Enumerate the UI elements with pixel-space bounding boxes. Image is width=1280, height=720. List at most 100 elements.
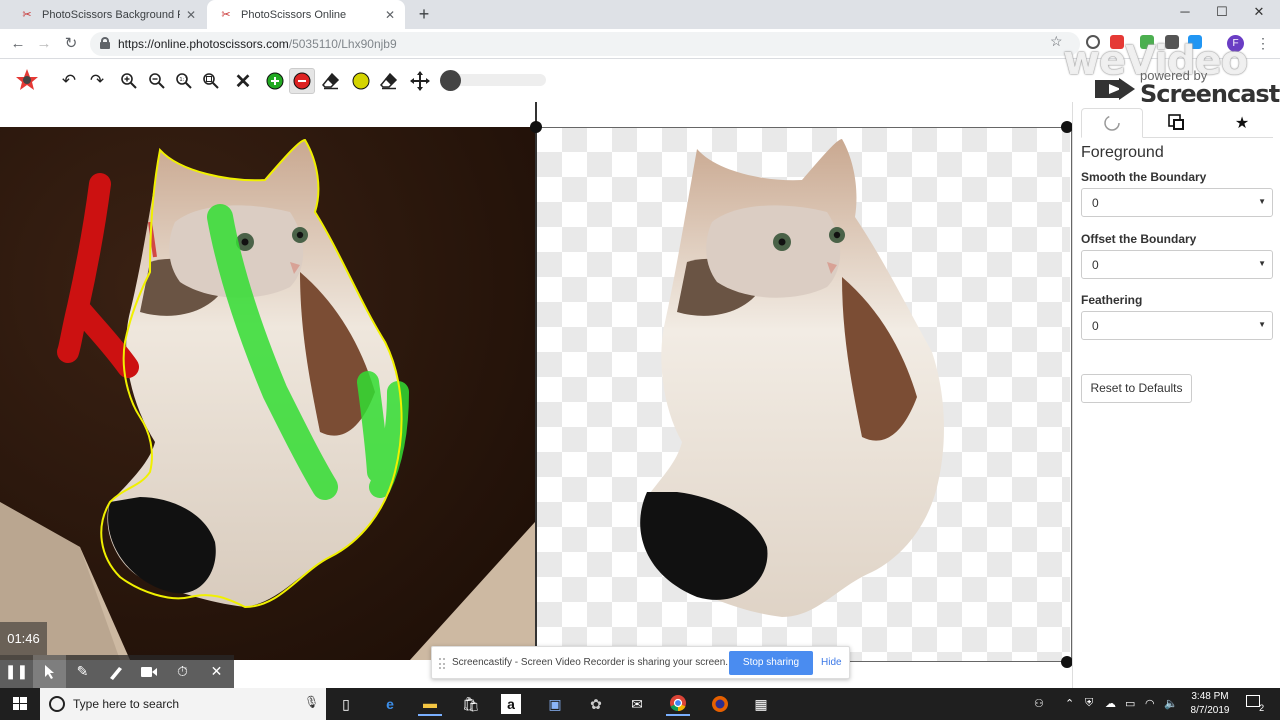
smooth-boundary-label: Smooth the Boundary: [1081, 170, 1207, 184]
screencastify-logo-icon: [1095, 78, 1135, 100]
windows-taskbar: Type here to search 🎙 ▯ e ▬ 🛍 a ▣ ✿ ✉ ▦ …: [0, 688, 1280, 720]
drag-handle[interactable]: [439, 658, 445, 669]
feathering-select[interactable]: 0 ▼: [1081, 311, 1273, 340]
notification-count: 2: [1259, 703, 1265, 713]
select-value: 0: [1092, 196, 1099, 210]
system-clock[interactable]: 3:48 PM 8/7/2019: [1182, 690, 1238, 718]
zoom-in-icon[interactable]: [116, 68, 142, 94]
chevron-down-icon: ▼: [1258, 259, 1266, 268]
offset-boundary-select[interactable]: 0 ▼: [1081, 250, 1273, 279]
defender-icon[interactable]: ⛨: [1085, 697, 1093, 710]
pan-icon[interactable]: [407, 68, 433, 94]
photoscissors-logo-icon[interactable]: [12, 65, 42, 95]
lock-icon: [100, 37, 110, 49]
notifications-icon[interactable]: 2: [1246, 695, 1268, 713]
brush-size-slider-handle[interactable]: [440, 70, 461, 91]
chevron-down-icon: ▼: [1258, 320, 1266, 329]
highlighter-icon[interactable]: [99, 655, 132, 688]
timer-icon[interactable]: ⏱: [166, 655, 199, 688]
cortana-icon: [49, 696, 65, 712]
microphone-icon[interactable]: 🎙: [304, 695, 319, 709]
foreground-tab[interactable]: [1081, 108, 1143, 138]
background-marker-icon[interactable]: [289, 68, 315, 94]
foreground-tab-icon: [1104, 115, 1120, 131]
close-tab-icon[interactable]: ✕: [385, 8, 395, 22]
chrome-icon[interactable]: [666, 692, 690, 716]
zoom-out-icon[interactable]: [144, 68, 170, 94]
people-icon[interactable]: ⚇: [1034, 697, 1044, 710]
close-window-icon[interactable]: ✕: [1249, 4, 1269, 20]
edge-icon[interactable]: e: [378, 692, 402, 716]
show-hidden-icons-chevron-icon[interactable]: ⌃: [1065, 697, 1074, 710]
calculator-icon[interactable]: ▦: [749, 692, 773, 716]
volume-icon[interactable]: 🔈: [1164, 697, 1178, 710]
clock-date: 8/7/2019: [1190, 705, 1230, 716]
undo-icon[interactable]: ↶: [56, 68, 82, 94]
foreground-marker-icon[interactable]: [262, 68, 288, 94]
source-image-pane[interactable]: [0, 102, 535, 660]
file-explorer-icon[interactable]: ▬: [418, 692, 442, 716]
url-text: https://online.photoscissors.com/5035110…: [118, 37, 397, 51]
clear-icon[interactable]: ✕: [230, 68, 256, 94]
pause-icon[interactable]: ❚❚: [0, 655, 33, 688]
zoom-actual-icon[interactable]: 1:1: [171, 68, 197, 94]
mail-icon[interactable]: ✉: [625, 692, 649, 716]
feathering-label: Feathering: [1081, 293, 1143, 307]
wifi-icon[interactable]: ◠: [1145, 697, 1155, 710]
browser-menu-icon[interactable]: ⋮: [1256, 35, 1270, 52]
select-value: 0: [1092, 258, 1099, 272]
maximize-window-icon[interactable]: ☐: [1212, 4, 1232, 20]
windows-logo-icon: [13, 697, 27, 710]
new-tab-icon[interactable]: +: [414, 5, 434, 25]
smooth-boundary-select[interactable]: 0 ▼: [1081, 188, 1273, 217]
browser-tab-photoscissors-online[interactable]: ✂ PhotoScissors Online ✕: [207, 0, 405, 29]
pen-icon[interactable]: ✎: [66, 655, 99, 688]
offset-boundary-label: Offset the Boundary: [1081, 232, 1197, 246]
resize-handle[interactable]: [530, 121, 542, 133]
screen: ✂ PhotoScissors Background Remo ✕ ✂ Phot…: [0, 0, 1280, 720]
hair-eraser-icon[interactable]: [376, 68, 402, 94]
stop-sharing-button[interactable]: Stop sharing: [729, 651, 813, 675]
firefox-icon[interactable]: [708, 692, 732, 716]
hide-link[interactable]: Hide: [821, 657, 842, 668]
app-icon[interactable]: ▣: [543, 692, 567, 716]
reset-defaults-button[interactable]: Reset to Defaults: [1081, 374, 1192, 403]
task-view-icon[interactable]: ▯: [334, 692, 358, 716]
redo-icon[interactable]: ↷: [84, 68, 110, 94]
svg-text:1:1: 1:1: [179, 77, 188, 83]
back-icon[interactable]: ←: [8, 34, 28, 54]
webcam-icon[interactable]: [132, 655, 165, 688]
store-icon[interactable]: 🛍: [459, 692, 483, 716]
forward-icon[interactable]: →: [34, 34, 54, 54]
source-photo[interactable]: [0, 102, 535, 660]
close-icon[interactable]: ✕: [200, 655, 233, 688]
bookmark-star-icon[interactable]: ☆: [1050, 33, 1063, 50]
browser-tab-background-remover[interactable]: ✂ PhotoScissors Background Remo ✕: [8, 0, 206, 29]
panel-title: Foreground: [1081, 144, 1164, 161]
background-tab[interactable]: [1146, 108, 1208, 138]
tab-title: PhotoScissors Background Remo: [42, 8, 180, 21]
recording-toolbar: ❚❚ ✎ ⏱ ✕: [0, 655, 234, 688]
reload-icon[interactable]: ↻: [61, 34, 81, 54]
background-tab-icon: [1168, 114, 1184, 130]
clock-time: 3:48 PM: [1191, 691, 1229, 702]
eraser-icon[interactable]: [318, 68, 344, 94]
brush-size-slider[interactable]: [446, 74, 546, 86]
onedrive-icon[interactable]: ☁: [1105, 697, 1116, 710]
effects-tab[interactable]: ★: [1211, 108, 1273, 138]
cursor-icon[interactable]: [33, 655, 66, 688]
zoom-fit-icon[interactable]: [198, 68, 224, 94]
browser-tab-strip: ✂ PhotoScissors Background Remo ✕ ✂ Phot…: [0, 0, 1280, 29]
start-button[interactable]: [0, 688, 40, 720]
chevron-down-icon: ▼: [1258, 197, 1266, 206]
close-tab-icon[interactable]: ✕: [186, 8, 196, 22]
photoscissors-favicon-icon: ✂: [22, 9, 32, 21]
app-icon[interactable]: ✿: [584, 692, 608, 716]
amazon-icon[interactable]: a: [501, 694, 521, 714]
taskbar-search[interactable]: Type here to search 🎙: [40, 688, 326, 720]
hair-marker-icon[interactable]: [348, 68, 374, 94]
minimize-window-icon[interactable]: ─: [1175, 4, 1195, 19]
address-bar[interactable]: https://online.photoscissors.com/5035110…: [90, 32, 1080, 56]
battery-icon[interactable]: ▭: [1125, 697, 1135, 710]
search-placeholder: Type here to search: [73, 697, 180, 711]
